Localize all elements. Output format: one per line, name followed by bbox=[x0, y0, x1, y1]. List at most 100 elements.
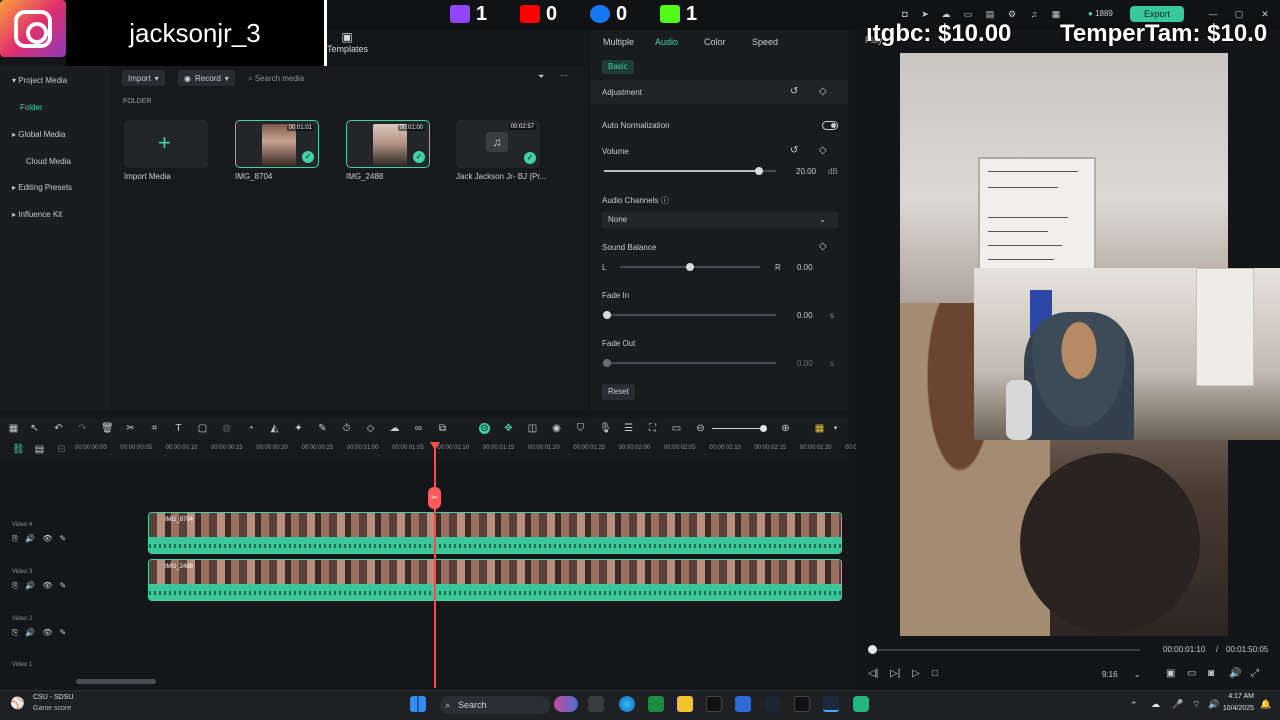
preview-progress-knob[interactable] bbox=[868, 645, 877, 654]
templates-button[interactable]: ▣ Templates bbox=[327, 30, 368, 64]
fade-in-value[interactable]: 0.00 bbox=[797, 311, 813, 320]
cloud-icon[interactable]: ☁ bbox=[941, 9, 951, 19]
speed-icon[interactable]: ⏱ bbox=[341, 423, 352, 434]
adjustment-section-header[interactable]: Adjustment ↺ ◇ bbox=[590, 80, 848, 104]
reset-icon[interactable]: ↺ bbox=[790, 145, 798, 156]
split-icon[interactable]: ✂ bbox=[125, 423, 136, 434]
search-input[interactable]: ⌕ Search media bbox=[248, 74, 304, 84]
gift-icon[interactable]: ◘ bbox=[900, 9, 910, 19]
monitor-icon[interactable]: ▭ bbox=[1187, 668, 1196, 679]
capcut-icon[interactable] bbox=[794, 696, 810, 712]
clock-time[interactable]: 4:17 AM bbox=[1222, 693, 1254, 700]
chevron-down-icon[interactable]: ▾ bbox=[830, 423, 841, 434]
sidebar-item-cloud-media[interactable]: Cloud Media bbox=[26, 157, 71, 166]
caption-icon[interactable]: ▭ bbox=[671, 423, 682, 434]
fullscreen-icon[interactable]: ⤢ bbox=[1251, 668, 1259, 679]
ai-icon[interactable]: ✦ bbox=[293, 423, 304, 434]
record-button[interactable]: ◉ Record ▾ bbox=[178, 70, 235, 86]
edge-icon[interactable] bbox=[619, 696, 635, 712]
mixer-icon[interactable]: ☰ bbox=[623, 423, 634, 434]
tab-audio[interactable]: Audio bbox=[655, 37, 678, 47]
tab-multiple[interactable]: Multiple bbox=[603, 37, 634, 47]
save-icon[interactable]: ▤ bbox=[985, 9, 995, 19]
mask-icon[interactable]: ◍ bbox=[221, 423, 232, 434]
microphone-icon[interactable]: 🎙 bbox=[599, 423, 612, 434]
sidebar-item-folder[interactable]: Folder bbox=[20, 103, 104, 117]
tab-speed[interactable]: Speed bbox=[752, 37, 778, 47]
tab-color[interactable]: Color bbox=[704, 37, 726, 47]
keyframe-icon[interactable]: ◇ bbox=[819, 241, 827, 252]
fade-in-slider[interactable] bbox=[604, 314, 776, 316]
layout-icon[interactable]: ▭ bbox=[963, 9, 973, 19]
track-controls[interactable]: ⎘🔊👁✎ bbox=[12, 534, 73, 544]
tab-basic[interactable]: Basic bbox=[602, 60, 634, 74]
settings-icon[interactable]: ⚙ bbox=[1007, 9, 1017, 19]
aspect-ratio-select[interactable]: 9:16 ⌄ bbox=[1102, 670, 1141, 679]
previous-frame-icon[interactable]: ◁| bbox=[868, 668, 878, 679]
track-controls[interactable]: ⎘🔊👁✎ bbox=[12, 628, 73, 638]
headphones-icon[interactable]: ♫ bbox=[1029, 9, 1039, 19]
crop-icon[interactable]: ⌗ bbox=[149, 423, 160, 434]
volume-slider-knob[interactable] bbox=[754, 167, 763, 175]
stop-icon[interactable]: □ bbox=[932, 668, 938, 679]
windows-start-icon[interactable] bbox=[410, 696, 426, 712]
render-icon[interactable]: ◫ bbox=[527, 423, 538, 434]
link-icon[interactable]: ∞ bbox=[413, 423, 424, 434]
media-tile-audio[interactable]: ♫ 00:02:57 ✓ bbox=[456, 120, 540, 168]
minimize-icon[interactable]: — bbox=[1208, 9, 1218, 19]
wifi-icon[interactable]: ⌔ bbox=[1192, 699, 1200, 710]
layout-grid-icon[interactable]: ▦ bbox=[814, 423, 825, 434]
zoom-slider[interactable] bbox=[712, 428, 764, 429]
fade-out-slider-knob[interactable] bbox=[603, 359, 611, 367]
filmora-icon[interactable] bbox=[823, 696, 839, 712]
fullscreen-icon[interactable]: ⛶ bbox=[647, 423, 658, 434]
track-controls[interactable]: ⎘🔊👁✎ bbox=[12, 581, 73, 591]
delete-icon[interactable]: 🗑 bbox=[101, 423, 114, 434]
collapse-icon[interactable]: ⊟ bbox=[56, 444, 67, 455]
sidebar-item-project-media[interactable]: ▾ Project Media bbox=[12, 76, 67, 85]
sidebar-item-global-media[interactable]: ▸ Global Media bbox=[12, 130, 65, 139]
send-icon[interactable]: ➤ bbox=[920, 9, 930, 19]
playhead[interactable] bbox=[434, 444, 436, 688]
redo-icon[interactable]: ↷ bbox=[77, 423, 88, 434]
app-icon[interactable] bbox=[853, 696, 869, 712]
zoom-slider-knob[interactable] bbox=[760, 425, 767, 432]
volume-icon[interactable]: 🔊 bbox=[1229, 668, 1241, 679]
link-tracks-icon[interactable]: ⛓ bbox=[12, 444, 25, 455]
audio-channels-select[interactable]: None ⌄ bbox=[602, 212, 838, 228]
snapshot-icon[interactable]: ▣ bbox=[1166, 668, 1175, 679]
play-icon[interactable]: ▷ bbox=[912, 668, 920, 679]
balance-value[interactable]: 0.00 bbox=[797, 263, 813, 272]
task-view-icon[interactable] bbox=[588, 696, 604, 712]
magnet-icon[interactable]: ✥ bbox=[503, 423, 514, 434]
notification-icon[interactable]: 🔔 bbox=[1260, 699, 1271, 710]
fade-in-slider-knob[interactable] bbox=[603, 311, 611, 319]
edit-icon[interactable]: ✎ bbox=[317, 423, 328, 434]
split-marker-icon[interactable]: ✂ bbox=[428, 487, 441, 509]
keyframe-icon[interactable]: ◇ bbox=[819, 145, 827, 156]
grid-icon[interactable]: ▦ bbox=[1051, 9, 1061, 19]
auto-normalization-toggle[interactable] bbox=[822, 121, 838, 130]
timeline-ruler[interactable]: ⛓ ▤ ⊟ 00:00:00:00 00:00:00:05 00:00:00:10 0… bbox=[0, 440, 877, 460]
volume-value[interactable]: 20.00 bbox=[796, 167, 816, 176]
fade-out-value[interactable]: 0.00 bbox=[797, 359, 813, 368]
clock-date[interactable]: 10/4/2025 bbox=[1214, 705, 1254, 712]
import-media-tile[interactable]: + bbox=[124, 120, 208, 168]
color-icon[interactable]: ◭ bbox=[269, 423, 280, 434]
select-tool-icon[interactable]: ↖ bbox=[29, 423, 40, 434]
text-icon[interactable]: T bbox=[173, 423, 184, 434]
grid-layout-icon[interactable]: ▦ bbox=[8, 423, 19, 434]
close-icon[interactable]: ✕ bbox=[1260, 9, 1270, 19]
import-button[interactable]: Import ▾ bbox=[122, 70, 165, 86]
sidebar-item-influence-kit[interactable]: ▸ Influence Kit bbox=[12, 210, 62, 219]
sports-icon[interactable]: ⚾ bbox=[10, 696, 26, 712]
tiktok-icon[interactable] bbox=[706, 696, 722, 712]
stabilize-icon[interactable]: ☁ bbox=[389, 423, 400, 434]
keyframe-tool-icon[interactable]: ◇ bbox=[365, 423, 376, 434]
reset-icon[interactable]: ↺ bbox=[790, 86, 798, 97]
reset-button[interactable]: Reset bbox=[602, 384, 635, 400]
marker-play-icon[interactable]: ◉ bbox=[551, 423, 562, 434]
play-pause-icon[interactable]: ▷| bbox=[890, 668, 900, 679]
timer-icon[interactable]: ◔ bbox=[245, 423, 256, 434]
steam-icon[interactable] bbox=[765, 696, 781, 712]
